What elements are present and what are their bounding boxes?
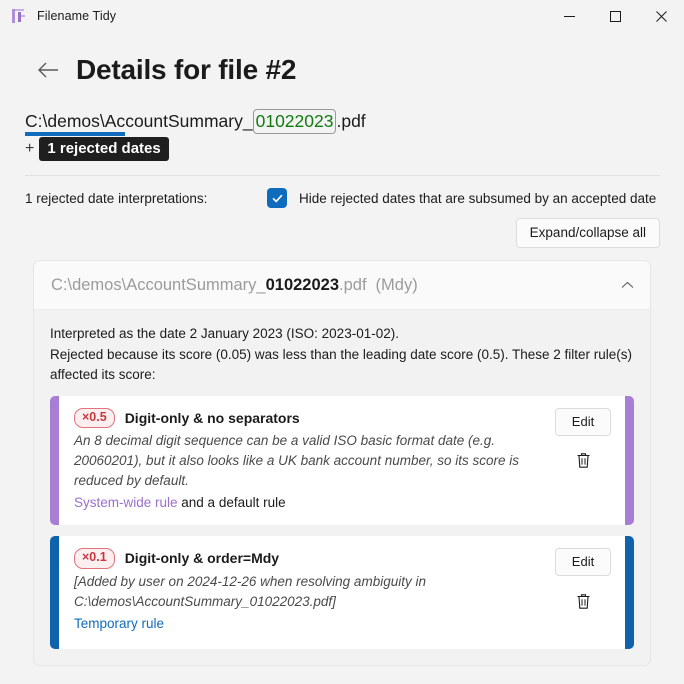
explanation-line-1: Interpreted as the date 2 January 2023 (… — [50, 326, 399, 341]
filename-date-token[interactable]: 01022023 — [252, 109, 337, 134]
page-content: Details for file #2 C:\demos\AccountSumm… — [0, 54, 684, 667]
expander-path-suffix: .pdf — [339, 275, 367, 294]
filename-line: C:\demos\AccountSummary_ 01022023 .pdf — [25, 109, 660, 136]
expander-header-text: C:\demos\AccountSummary_01022023.pdf (Mdy… — [51, 276, 621, 295]
filter-rule-card: ×0.5 Digit-only & no separators An 8 dec… — [50, 395, 634, 526]
edit-rule-button[interactable]: Edit — [554, 548, 612, 577]
rule-rail-right — [625, 536, 634, 650]
hide-rejected-checkbox-group[interactable]: Hide rejected dates that are subsumed by… — [267, 188, 656, 208]
rule-origin-line: System-wide rule and a default rule — [74, 493, 541, 513]
rule-body: ×0.5 Digit-only & no separators An 8 dec… — [59, 396, 541, 526]
hide-rejected-checkbox-label: Hide rejected dates that are subsumed by… — [299, 190, 657, 206]
expander-path-date: 01022023 — [265, 275, 340, 294]
rule-rail-left — [50, 395, 59, 526]
hide-rejected-checkbox[interactable] — [267, 188, 287, 208]
options-row: 1 rejected date interpretations: Hide re… — [25, 188, 660, 208]
edit-rule-button[interactable]: Edit — [554, 407, 612, 436]
rule-multiplier-badge: ×0.5 — [74, 407, 115, 429]
expander-header[interactable]: C:\demos\AccountSummary_01022023.pdf (Mdy… — [34, 261, 650, 310]
rule-scope-link[interactable]: Temporary rule — [74, 616, 164, 631]
filename-block: C:\demos\AccountSummary_ 01022023 .pdf + 1… — [25, 109, 660, 162]
rule-actions: Edit — [541, 536, 625, 649]
rule-rail-left — [50, 536, 59, 650]
expander-path-prefix: C:\demos\AccountSummary_ — [51, 275, 266, 294]
close-icon[interactable] — [638, 0, 684, 32]
rejected-count-label: 1 rejected date interpretations: — [25, 190, 208, 206]
title-bar: Filename Tidy — [0, 0, 684, 32]
section-divider — [25, 175, 660, 176]
minimize-icon[interactable] — [546, 0, 592, 32]
trash-icon[interactable] — [568, 448, 598, 474]
app-logo-icon — [11, 8, 27, 24]
rule-rail-right — [625, 395, 634, 526]
rule-title: Digit-only & no separators — [124, 409, 300, 426]
rule-title: Digit-only & order=Mdy — [124, 550, 280, 567]
page-header: Details for file #2 — [34, 54, 660, 86]
back-arrow-icon[interactable] — [34, 56, 62, 84]
window-controls — [546, 0, 684, 32]
rule-multiplier-badge: ×0.1 — [74, 548, 115, 569]
rule-scope-link[interactable]: System-wide rule — [74, 495, 178, 510]
expander-body: Interpreted as the date 2 January 2023 (… — [34, 310, 650, 665]
filter-rule-card: ×0.1 Digit-only & order=Mdy [Added by us… — [50, 536, 634, 650]
chevron-up-icon[interactable] — [621, 281, 634, 289]
rule-scope-suffix: and a default rule — [177, 495, 286, 511]
rule-actions: Edit — [541, 396, 625, 526]
rule-description: [Added by user on 2024-12-26 when resolv… — [74, 573, 426, 609]
rule-title-row: ×0.1 Digit-only & order=Mdy — [74, 548, 541, 569]
expander-order-tag: (Mdy) — [375, 275, 418, 294]
rejected-badge-line: + 1 rejected dates — [25, 136, 660, 162]
expand-plus-icon[interactable]: + — [25, 141, 34, 157]
maximize-icon[interactable] — [592, 0, 638, 32]
interpretation-explanation: Interpreted as the date 2 January 2023 (… — [50, 324, 634, 386]
expand-collapse-row: Expand/collapse all — [24, 218, 660, 248]
filename-middle: countSummary_ — [125, 111, 253, 131]
rejected-dates-badge[interactable]: 1 rejected dates — [39, 136, 169, 162]
window-title: Filename Tidy — [37, 9, 117, 23]
rule-origin-line: Temporary rule — [74, 614, 541, 634]
rejected-date-expander: C:\demos\AccountSummary_01022023.pdf (Mdy… — [33, 260, 651, 667]
expand-collapse-all-button[interactable]: Expand/collapse all — [515, 218, 660, 248]
rule-description: An 8 decimal digit sequence can be a val… — [74, 433, 519, 489]
page-title: Details for file #2 — [76, 54, 297, 85]
filename-prefix-underlined: C:\demos\Ac — [25, 111, 126, 136]
rule-body: ×0.1 Digit-only & order=Mdy [Added by us… — [59, 536, 541, 649]
explanation-line-2: Rejected because its score (0.05) was le… — [50, 346, 633, 383]
rule-title-row: ×0.5 Digit-only & no separators — [74, 407, 541, 429]
filename-suffix: .pdf — [336, 111, 366, 131]
trash-icon[interactable] — [568, 588, 598, 614]
